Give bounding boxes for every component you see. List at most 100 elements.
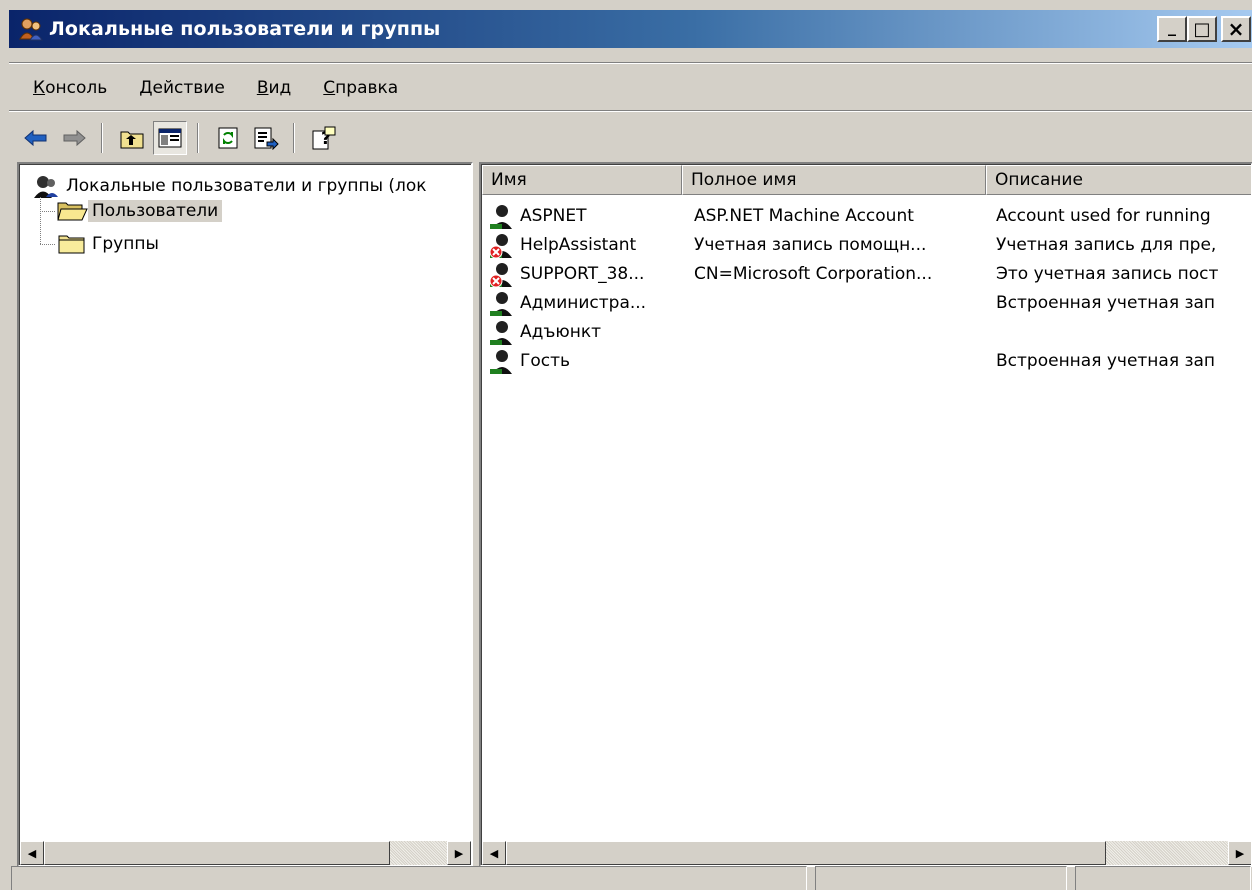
toolbar-separator xyxy=(197,123,199,153)
cell-description: Это учетная запись пост xyxy=(996,263,1219,284)
scroll-right-icon: ▶ xyxy=(1235,846,1245,860)
forward-button[interactable] xyxy=(57,121,91,155)
table-row[interactable]: HelpAssistant Учетная запись помощн... Уче… xyxy=(482,230,1251,259)
column-full-name-label: Полное имя xyxy=(691,170,797,190)
column-header-description[interactable]: Описание xyxy=(986,165,1251,195)
back-icon xyxy=(24,129,47,147)
status-bar-pane-right xyxy=(1075,866,1251,890)
table-row[interactable]: Адъюнкт xyxy=(482,317,1251,346)
help-button[interactable]: ? xyxy=(307,121,341,155)
back-button[interactable] xyxy=(19,121,53,155)
show-hide-tree-button[interactable] xyxy=(153,121,187,155)
scroll-left-icon: ◀ xyxy=(489,846,499,860)
list-horizontal-scrollbar[interactable]: ◀ ▶ xyxy=(482,841,1251,865)
menu-console-hotkey: К xyxy=(33,78,46,98)
status-bar-pane-main xyxy=(11,866,807,890)
scroll-left-button[interactable]: ◀ xyxy=(20,841,44,865)
mmc-window: Локальные пользователи и группы _ □ × Ко… xyxy=(8,10,1252,890)
menu-action-hotkey: Д xyxy=(139,78,153,98)
table-row[interactable]: Гость Встроенная учетная зап xyxy=(482,346,1251,375)
tree-item-groups[interactable]: Группы xyxy=(56,232,163,256)
close-icon: × xyxy=(1227,17,1245,41)
maximize-button[interactable]: □ xyxy=(1187,16,1217,42)
menu-console-label: онсоль xyxy=(45,78,108,98)
user-icon xyxy=(488,318,520,346)
toolbar: ? xyxy=(15,118,341,158)
minimize-icon: _ xyxy=(1168,16,1176,36)
disabled-user-icon xyxy=(488,231,520,259)
menu-top-divider xyxy=(9,62,1252,64)
list-pane[interactable]: Имя Полное имя Описание ASPNET ASP.NET Ma… xyxy=(479,162,1252,867)
export-list-button[interactable] xyxy=(249,121,283,155)
menu-help-hotkey: С xyxy=(323,78,336,98)
column-description-label: Описание xyxy=(995,170,1083,190)
export-list-icon xyxy=(254,127,279,150)
scroll-left-button[interactable]: ◀ xyxy=(482,841,506,865)
menu-view[interactable]: Вид xyxy=(239,78,305,98)
scroll-thumb[interactable] xyxy=(506,841,1106,865)
toolbar-top-divider xyxy=(9,110,1252,112)
cell-description: Встроенная учетная зап xyxy=(996,292,1216,313)
cell-name: Адъюнкт xyxy=(520,321,601,342)
menu-help[interactable]: Справка xyxy=(305,78,412,98)
scroll-left-icon: ◀ xyxy=(27,846,37,860)
column-header-name[interactable]: Имя xyxy=(482,165,682,195)
minimize-button[interactable]: _ xyxy=(1157,16,1187,42)
tree-item-groups-label: Группы xyxy=(92,234,159,254)
up-one-level-button[interactable] xyxy=(115,121,149,155)
tree-connector xyxy=(40,197,41,245)
user-icon xyxy=(488,289,520,317)
show-hide-tree-icon xyxy=(158,128,182,148)
cell-name: SUPPORT_38... xyxy=(520,263,645,284)
table-row[interactable]: SUPPORT_38... CN=Microsoft Corporation...… xyxy=(482,259,1251,288)
cell-name: Администра... xyxy=(520,292,647,313)
maximize-icon: □ xyxy=(1193,18,1211,40)
column-name-label: Имя xyxy=(491,170,527,190)
status-bar-pane-middle xyxy=(815,866,1067,890)
users-groups-app-icon xyxy=(19,18,43,41)
cell-full-name: CN=Microsoft Corporation... xyxy=(694,263,933,284)
table-row[interactable]: Администра... Встроенная учетная зап xyxy=(482,288,1251,317)
tree-root-label: Локальные пользователи и группы (лок xyxy=(66,176,427,196)
cell-name: Гость xyxy=(520,350,571,371)
tree-item-users[interactable]: Пользователи xyxy=(56,199,223,223)
disabled-user-icon xyxy=(488,260,520,288)
refresh-button[interactable] xyxy=(211,121,245,155)
cell-name: HelpAssistant xyxy=(520,234,637,255)
window-title: Локальные пользователи и группы xyxy=(49,18,441,40)
cell-full-name: Учетная запись помощн... xyxy=(694,234,927,255)
up-one-level-icon xyxy=(120,131,144,149)
tree-horizontal-scrollbar[interactable]: ◀ ▶ xyxy=(20,841,471,865)
user-icon xyxy=(488,202,520,230)
menu-bar: Консоль Действие Вид Справка xyxy=(15,70,412,106)
list-header: Имя Полное имя Описание xyxy=(482,165,1251,195)
cell-name: ASPNET xyxy=(520,205,587,226)
tree-pane[interactable]: Локальные пользователи и группы (лок Пол… xyxy=(17,162,473,867)
forward-icon xyxy=(63,129,86,147)
scroll-right-button[interactable]: ▶ xyxy=(1228,841,1251,865)
menu-console[interactable]: Консоль xyxy=(15,78,121,98)
refresh-icon xyxy=(218,127,238,149)
help-icon: ? xyxy=(312,126,336,150)
close-button[interactable]: × xyxy=(1221,16,1251,42)
cell-description: Account used for running xyxy=(996,205,1211,226)
title-bar[interactable]: Локальные пользователи и группы _ □ × xyxy=(9,10,1252,48)
users-groups-snapin-icon xyxy=(34,176,58,198)
user-icon xyxy=(488,347,520,375)
cell-description: Встроенная учетная зап xyxy=(996,350,1216,371)
table-row[interactable]: ASPNET ASP.NET Machine Account Account use… xyxy=(482,201,1251,230)
folder-icon xyxy=(58,235,85,254)
column-header-full-name[interactable]: Полное имя xyxy=(682,165,986,195)
menu-action-label: ействие xyxy=(152,78,225,98)
toolbar-separator xyxy=(293,123,295,153)
tree-connector xyxy=(40,211,56,212)
tree-root[interactable]: Локальные пользователи и группы (лок xyxy=(32,173,431,199)
menu-action[interactable]: Действие xyxy=(121,78,239,98)
cell-full-name: ASP.NET Machine Account xyxy=(694,205,914,226)
scroll-thumb[interactable] xyxy=(44,841,390,865)
menu-help-label: правка xyxy=(335,78,399,98)
tree-connector xyxy=(40,244,56,245)
scroll-right-button[interactable]: ▶ xyxy=(447,841,471,865)
cell-description: Учетная запись для пре, xyxy=(996,234,1217,255)
open-folder-icon xyxy=(57,202,88,221)
